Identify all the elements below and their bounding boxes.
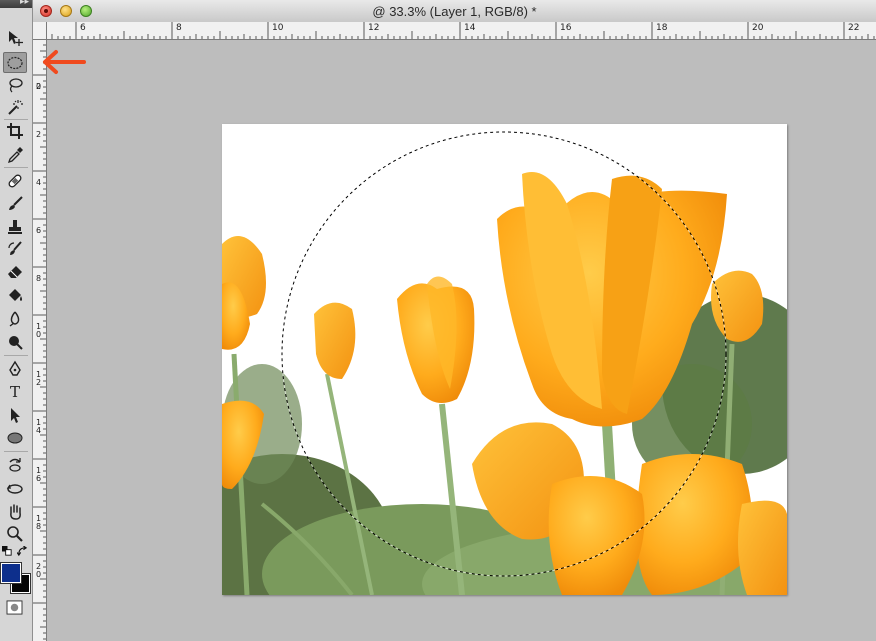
quick-mask-toggle[interactable] — [4, 598, 24, 616]
eraser-icon — [8, 265, 22, 278]
ruler-label: 4 — [35, 178, 42, 187]
brush-tool[interactable] — [3, 193, 27, 214]
path-selection-tool[interactable] — [3, 404, 27, 425]
ruler-label: 8 — [176, 23, 182, 33]
3d-orbit-tool[interactable] — [3, 478, 27, 499]
ruler-origin[interactable] — [33, 22, 47, 40]
elliptical-marquee-tool[interactable] — [3, 52, 27, 73]
stamp-icon — [8, 219, 22, 234]
ruler-label: 0 — [35, 82, 42, 91]
pen-tool[interactable] — [3, 358, 27, 379]
ruler-label: 14 — [35, 418, 42, 435]
ruler-label: 10 — [272, 23, 284, 33]
arrow-pointer-icon — [11, 407, 20, 423]
swap-colors-toggle[interactable] — [16, 545, 28, 557]
swap-arrows-icon — [16, 545, 27, 556]
ruler-label: 6 — [80, 23, 86, 33]
ruler-label: 14 — [464, 23, 476, 33]
ruler-label: 18 — [656, 23, 668, 33]
lasso-icon — [9, 77, 23, 92]
type-tool[interactable]: T — [3, 381, 27, 402]
magic-wand-tool[interactable] — [3, 96, 27, 117]
lasso-tool[interactable] — [3, 74, 27, 95]
dodge-icon — [9, 335, 23, 350]
crop-tool[interactable] — [3, 120, 27, 141]
zoom-tool[interactable] — [3, 523, 27, 544]
ruler-label: 20 — [752, 23, 764, 33]
document-title: @ 33.3% (Layer 1, RGB/8) * — [372, 4, 537, 19]
magnifier-icon — [7, 525, 23, 542]
annotation-arrow-icon — [43, 50, 86, 74]
tools-divider — [4, 167, 28, 168]
expand-icon[interactable]: ▸▸ — [20, 0, 29, 7]
default-colors-toggle[interactable] — [1, 545, 13, 557]
clone-stamp-tool[interactable] — [3, 216, 27, 237]
ruler-label: 6 — [35, 226, 42, 235]
history-brush-icon — [8, 240, 22, 255]
poppy-photo — [222, 124, 787, 595]
ruler-label: 12 — [35, 370, 42, 387]
bandage-icon — [8, 174, 22, 187]
ruler-label: 2 — [35, 130, 42, 139]
move-tool[interactable] — [3, 27, 27, 48]
brush-icon — [9, 195, 23, 210]
dodge-tool[interactable] — [3, 331, 27, 352]
hand-tool[interactable] — [3, 501, 27, 522]
ruler-label: 16 — [560, 23, 572, 33]
crop-icon — [7, 122, 23, 139]
history-brush-tool[interactable] — [3, 238, 27, 259]
eyedropper-tool[interactable] — [3, 144, 27, 165]
ellipse-marquee-icon — [7, 56, 23, 69]
tools-panel-grip[interactable]: ▸▸ — [0, 0, 32, 8]
blur-tool[interactable] — [3, 308, 27, 329]
eyedropper-icon — [7, 146, 23, 163]
document-canvas[interactable] — [222, 124, 787, 595]
tools-panel: ▸▸ T — [0, 0, 33, 641]
3d-orbit-icon — [6, 483, 23, 494]
quick-mask-icon — [6, 599, 22, 615]
tools-divider — [4, 451, 28, 452]
tools-divider — [4, 355, 28, 356]
ellipse-shape-tool[interactable] — [3, 427, 27, 448]
3d-rotate-tool[interactable] — [3, 454, 27, 475]
type-icon: T — [9, 382, 20, 401]
ruler-label: 12 — [368, 23, 380, 33]
ruler-label: 16 — [35, 466, 42, 483]
move-icon — [9, 30, 23, 46]
ruler-label: 20 — [35, 562, 42, 579]
paint-bucket-icon — [9, 288, 22, 301]
magic-wand-icon — [8, 99, 23, 115]
blur-icon — [9, 311, 20, 327]
vertical-ruler[interactable]: 2 0 2 4 6 8 10 12 14 16 18 20 — [33, 39, 47, 641]
default-colors-icon — [1, 545, 12, 556]
ruler-label: 10 — [35, 322, 42, 339]
ruler-label: 18 — [35, 514, 42, 531]
horizontal-ruler[interactable]: 68101214161820222426 — [33, 22, 876, 40]
foreground-color-swatch[interactable] — [0, 562, 22, 584]
ruler-label: 22 — [848, 23, 860, 33]
document-title-bar: @ 33.3% (Layer 1, RGB/8) * — [33, 0, 876, 23]
ruler-label: 8 — [35, 274, 42, 283]
3d-rotate-icon — [9, 457, 21, 472]
pen-icon — [9, 360, 21, 376]
eraser-tool[interactable] — [3, 260, 27, 281]
healing-brush-tool[interactable] — [3, 170, 27, 191]
hand-icon — [10, 503, 21, 520]
ellipse-shape-icon — [7, 432, 23, 443]
paint-bucket-tool[interactable] — [3, 285, 27, 306]
